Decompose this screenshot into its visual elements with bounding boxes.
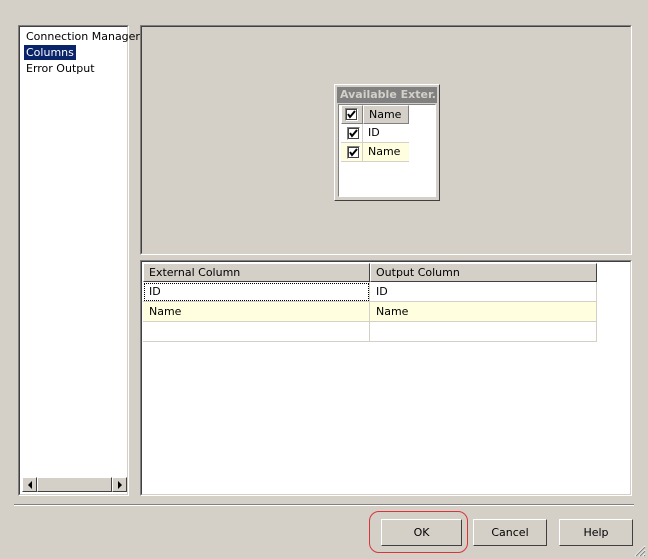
scroll-right-button[interactable] xyxy=(112,477,127,492)
dialog-separator xyxy=(14,504,634,506)
available-columns-title: Available Exter... xyxy=(337,87,437,103)
scroll-left-button[interactable] xyxy=(22,477,37,492)
page-navigation-list[interactable]: Connection Manager Columns Error Output xyxy=(18,25,140,496)
checkmark-icon xyxy=(349,129,358,138)
table-cell-output[interactable] xyxy=(370,322,597,342)
table-cell-external[interactable] xyxy=(143,322,370,342)
arrow-right-icon xyxy=(117,480,122,489)
cancel-button-label: Cancel xyxy=(491,526,529,539)
external-column-header[interactable]: External Column xyxy=(143,263,370,282)
table-cell-external[interactable]: Name xyxy=(143,302,370,322)
ok-button[interactable]: OK xyxy=(381,519,462,546)
resize-grip-icon[interactable] xyxy=(634,545,646,557)
output-column-header[interactable]: Output Column xyxy=(370,263,597,282)
nav-item-columns[interactable]: Columns xyxy=(24,45,76,60)
horizontal-scrollbar[interactable] xyxy=(22,477,127,492)
list-frame xyxy=(19,26,128,495)
ok-button-label: OK xyxy=(413,526,430,539)
column-id-label[interactable]: ID xyxy=(363,124,409,143)
checkmark-icon xyxy=(349,148,358,157)
available-columns-box[interactable]: Available Exter... Name ID Name xyxy=(334,84,440,201)
select-all-header[interactable] xyxy=(341,105,363,124)
help-button-label: Help xyxy=(583,526,609,539)
checkmark-icon xyxy=(347,110,356,119)
row-checkbox-cell[interactable] xyxy=(341,124,363,143)
arrow-left-icon xyxy=(27,480,32,489)
column-name-label[interactable]: Name xyxy=(363,143,409,162)
column-id-checkbox[interactable] xyxy=(347,127,360,140)
table-cell-external[interactable]: ID xyxy=(143,282,370,302)
available-columns-list: Name ID Name xyxy=(338,104,436,197)
nav-item-error-output[interactable]: Error Output xyxy=(24,61,97,76)
name-column-header[interactable]: Name xyxy=(363,105,409,124)
help-button[interactable]: Help xyxy=(559,519,633,546)
scroll-thumb[interactable] xyxy=(37,477,112,492)
row-checkbox-cell[interactable] xyxy=(341,143,363,162)
nav-item-connection-manager[interactable]: Connection Manager xyxy=(24,29,142,44)
table-cell-output[interactable]: ID xyxy=(370,282,597,302)
cancel-button[interactable]: Cancel xyxy=(473,519,547,546)
table-cell-output[interactable]: Name xyxy=(370,302,597,322)
select-all-checkbox[interactable] xyxy=(345,108,358,121)
column-name-checkbox[interactable] xyxy=(347,146,360,159)
column-mapping-grid[interactable]: External Column Output Column ID ID Name… xyxy=(140,260,632,496)
